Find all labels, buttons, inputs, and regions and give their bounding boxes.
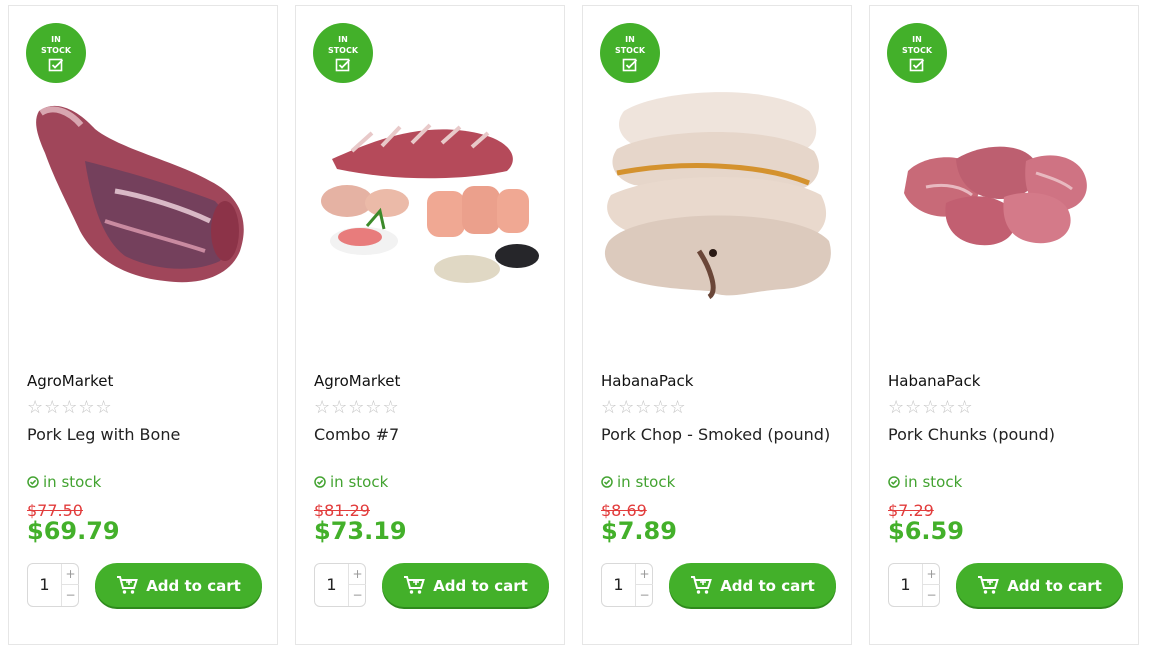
shopping-cart-icon <box>404 576 426 594</box>
star-rating: ☆☆☆☆☆ <box>27 397 113 418</box>
quantity-stepper[interactable]: 1 + − <box>601 563 653 607</box>
add-to-cart-button[interactable]: Add to cart <box>669 563 836 607</box>
badge-line2: STOCK <box>901 46 933 55</box>
shopping-cart-icon <box>117 576 139 594</box>
quantity-stepper[interactable]: 1 + − <box>314 563 366 607</box>
badge-line1: IN <box>625 35 635 44</box>
star-rating: ☆☆☆☆☆ <box>601 397 687 418</box>
vendor-name[interactable]: HabanaPack <box>888 372 980 390</box>
stepper-controls: + − <box>348 564 366 606</box>
checkbox-icon <box>622 58 638 72</box>
quantity-input[interactable]: 1 <box>602 564 635 606</box>
product-card: IN STOCK HabanaPack ☆☆☆☆☆ Pork Chop - Sm… <box>582 5 852 645</box>
current-price: $73.19 <box>314 517 407 545</box>
cart-button-label: Add to cart <box>433 577 528 595</box>
cart-button-label: Add to cart <box>146 577 241 595</box>
product-name[interactable]: Combo #7 <box>314 425 399 444</box>
quantity-input[interactable]: 1 <box>28 564 61 606</box>
stepper-controls: + − <box>61 564 79 606</box>
stock-label: in stock <box>43 473 102 491</box>
product-image[interactable] <box>886 91 1124 301</box>
add-to-cart-button[interactable]: Add to cart <box>382 563 549 607</box>
stock-label: in stock <box>617 473 676 491</box>
increment-button[interactable]: + <box>349 564 366 585</box>
add-to-cart-button[interactable]: Add to cart <box>95 563 262 607</box>
badge-line1: IN <box>51 35 61 44</box>
check-circle-icon <box>601 476 613 488</box>
decrement-button[interactable]: − <box>923 585 940 606</box>
product-image[interactable] <box>312 91 550 301</box>
vendor-name[interactable]: AgroMarket <box>314 372 400 390</box>
star-rating: ☆☆☆☆☆ <box>888 397 974 418</box>
quantity-input[interactable]: 1 <box>889 564 922 606</box>
stock-status: in stock <box>27 473 101 491</box>
product-card: IN STOCK AgroMarket ☆☆☆☆☆ Combo #7 in st… <box>295 5 565 645</box>
in-stock-badge: IN STOCK <box>887 23 947 83</box>
add-to-cart-button[interactable]: Add to cart <box>956 563 1123 607</box>
cart-button-label: Add to cart <box>720 577 815 595</box>
check-circle-icon <box>314 476 326 488</box>
meat-combo-image <box>321 123 539 283</box>
product-name[interactable]: Pork Leg with Bone <box>27 425 180 444</box>
badge-line2: STOCK <box>614 46 646 55</box>
quantity-stepper[interactable]: 1 + − <box>27 563 79 607</box>
stock-status: in stock <box>888 473 962 491</box>
stock-label: in stock <box>904 473 963 491</box>
stock-status: in stock <box>601 473 675 491</box>
current-price: $6.59 <box>888 517 964 545</box>
checkbox-icon <box>335 58 351 72</box>
quantity-stepper[interactable]: 1 + − <box>888 563 940 607</box>
vendor-name[interactable]: AgroMarket <box>27 372 113 390</box>
badge-line2: STOCK <box>327 46 359 55</box>
increment-button[interactable]: + <box>62 564 79 585</box>
current-price: $69.79 <box>27 517 120 545</box>
quantity-input[interactable]: 1 <box>315 564 348 606</box>
product-image[interactable] <box>599 91 837 301</box>
decrement-button[interactable]: − <box>636 585 653 606</box>
in-stock-badge: IN STOCK <box>313 23 373 83</box>
decrement-button[interactable]: − <box>62 585 79 606</box>
product-card: IN STOCK AgroMarket ☆☆☆☆☆ Pork Leg with … <box>8 5 278 645</box>
in-stock-badge: IN STOCK <box>26 23 86 83</box>
shopping-cart-icon <box>691 576 713 594</box>
current-price: $7.89 <box>601 517 677 545</box>
stepper-controls: + − <box>922 564 940 606</box>
checkbox-icon <box>48 58 64 72</box>
check-circle-icon <box>27 476 39 488</box>
shopping-cart-icon <box>978 576 1000 594</box>
badge-line1: IN <box>338 35 348 44</box>
in-stock-badge: IN STOCK <box>600 23 660 83</box>
star-rating: ☆☆☆☆☆ <box>314 397 400 418</box>
product-image[interactable] <box>25 91 263 301</box>
badge-line1: IN <box>912 35 922 44</box>
stepper-controls: + − <box>635 564 653 606</box>
vendor-name[interactable]: HabanaPack <box>601 372 693 390</box>
cart-button-label: Add to cart <box>1007 577 1102 595</box>
pork-chunks-image <box>904 146 1087 246</box>
increment-button[interactable]: + <box>923 564 940 585</box>
product-grid: IN STOCK AgroMarket ☆☆☆☆☆ Pork Leg with … <box>0 0 1151 645</box>
decrement-button[interactable]: − <box>349 585 366 606</box>
pork-leg-image <box>36 105 244 283</box>
stock-status: in stock <box>314 473 388 491</box>
product-card: IN STOCK HabanaPack ☆☆☆☆☆ Pork Chunks (p… <box>869 5 1139 645</box>
smoked-pork-chop-image <box>604 92 831 300</box>
product-name[interactable]: Pork Chop - Smoked (pound) <box>601 425 830 444</box>
check-circle-icon <box>888 476 900 488</box>
product-name[interactable]: Pork Chunks (pound) <box>888 425 1055 444</box>
badge-line2: STOCK <box>40 46 72 55</box>
checkbox-icon <box>909 58 925 72</box>
increment-button[interactable]: + <box>636 564 653 585</box>
stock-label: in stock <box>330 473 389 491</box>
